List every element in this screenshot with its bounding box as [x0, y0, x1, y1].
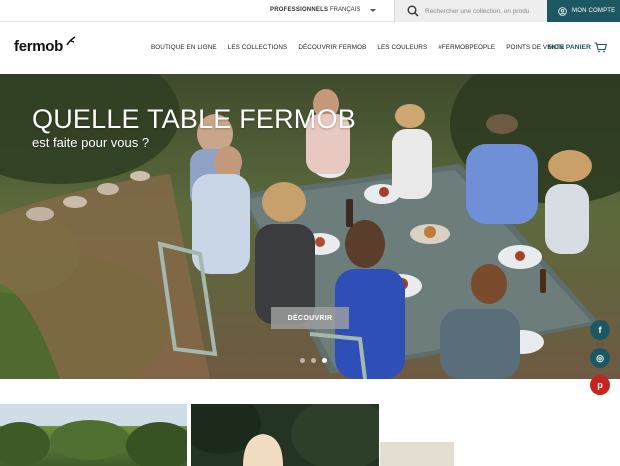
nav-item-discover-fermob[interactable]: DÉCOUVRIR FERMOB [298, 44, 366, 51]
carousel-dots [300, 358, 327, 363]
cart-icon [594, 42, 607, 53]
account-label: MON COMPTE [572, 8, 616, 14]
search-box [394, 0, 547, 22]
carousel-dot[interactable] [300, 358, 305, 363]
fermob-logo[interactable]: fermob [14, 36, 76, 55]
hero-title: QUELLE TABLE FERMOB [32, 104, 356, 134]
content-tile-lamp[interactable] [191, 404, 379, 466]
carousel-dot[interactable] [311, 358, 316, 363]
content-tile-beige[interactable] [380, 442, 454, 466]
chevron-down-icon [370, 8, 377, 12]
pinterest-button[interactable]: p [590, 375, 610, 395]
instagram-button[interactable]: ◎ [590, 348, 610, 368]
top-utility-bar: PROFESSIONNELS FRANÇAIS MON COMPTE [0, 0, 620, 22]
professionals-link[interactable]: PROFESSIONNELS [270, 7, 328, 13]
tile-image-lamp [191, 404, 379, 466]
nav-item-online-shop[interactable]: BOUTIQUE EN LIGNE [151, 44, 217, 51]
carousel-dot-active[interactable] [322, 358, 327, 363]
search-icon[interactable] [407, 5, 419, 17]
cart-label: MON PANIER [548, 44, 591, 51]
nav-item-collections[interactable]: LES COLLECTIONS [228, 44, 288, 51]
hero-banner: QUELLE TABLE FERMOB est faite pour vous … [0, 74, 620, 379]
tile-image-trees [0, 420, 187, 466]
main-nav: BOUTIQUE EN LIGNE LES COLLECTIONS DÉCOUV… [151, 44, 564, 51]
main-header: fermob BOUTIQUE EN LIGNE LES COLLECTIONS… [0, 22, 620, 74]
logo-swirl-icon [66, 36, 76, 46]
discover-button[interactable]: DÉCOUVRIR [271, 307, 349, 329]
facebook-icon: f [598, 325, 602, 335]
pinterest-icon: p [597, 380, 603, 390]
instagram-icon: ◎ [596, 352, 604, 363]
user-icon [558, 6, 567, 16]
hero-subtitle: est faite pour vous ? [32, 135, 150, 150]
logo-text: fermob [14, 38, 64, 55]
facebook-button[interactable]: f [590, 320, 610, 340]
cart-link[interactable]: MON PANIER [548, 42, 607, 53]
language-selector[interactable]: FRANÇAIS [330, 7, 377, 13]
account-button[interactable]: MON COMPTE [547, 0, 620, 22]
language-label: FRANÇAIS [330, 7, 361, 13]
content-tile-garden[interactable] [0, 404, 187, 466]
search-input[interactable] [425, 4, 543, 18]
nav-item-fermobpeople[interactable]: #FERMOBPEOPLE [438, 44, 495, 51]
nav-item-colours[interactable]: LES COULEURS [377, 44, 427, 51]
